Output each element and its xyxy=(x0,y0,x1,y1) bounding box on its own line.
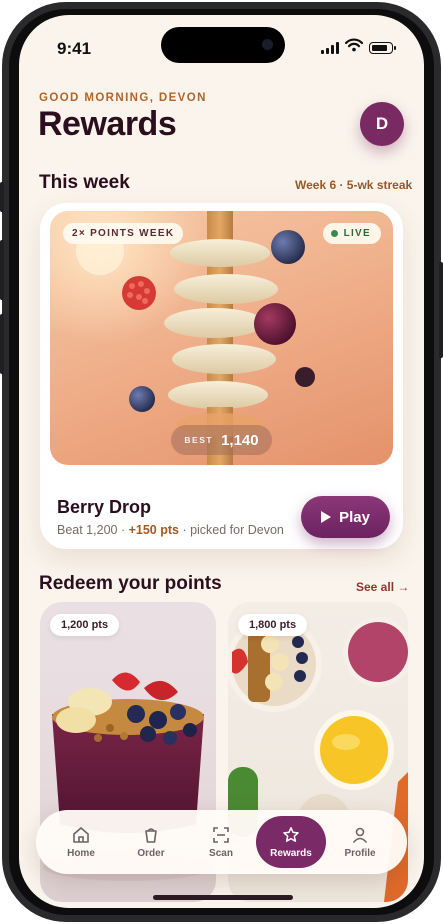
cellular-signal-icon xyxy=(321,41,341,54)
best-score-badge: BEST 1,140 xyxy=(171,425,272,455)
double-points-badge: 2× POINTS WEEK xyxy=(63,223,184,244)
live-label: LIVE xyxy=(343,228,371,239)
dynamic-island xyxy=(161,27,285,63)
reward-points-badge: 1,200 pts xyxy=(50,614,120,636)
best-score-label: BEST xyxy=(184,435,214,445)
play-icon xyxy=(321,511,332,523)
redeem-title: Redeem your points xyxy=(39,573,222,594)
star-icon xyxy=(283,826,299,842)
tab-home[interactable]: Home xyxy=(48,810,114,874)
tab-scan-label: Scan xyxy=(209,847,233,859)
greeting-text: GOOD MORNING, DEVON xyxy=(39,92,207,104)
cup-icon xyxy=(145,827,157,843)
battery-icon xyxy=(369,42,396,54)
featured-game-card[interactable]: 2× POINTS WEEK LIVE BEST 1,140 Berry Dro… xyxy=(40,203,403,549)
home-indicator[interactable] xyxy=(153,895,293,900)
tab-rewards-label: Rewards xyxy=(270,847,312,859)
scan-icon xyxy=(213,826,229,843)
app-screen: 9:41 GOOD MORNING, DEVON Rewards D This … xyxy=(19,15,424,908)
avatar[interactable]: D xyxy=(360,102,404,146)
bonus-points: +150 pts xyxy=(128,523,179,537)
live-badge: LIVE xyxy=(322,223,381,244)
tab-bar: Home Order Scan Rewards Profile xyxy=(36,810,407,874)
tab-profile[interactable]: Profile xyxy=(327,810,393,874)
tab-order-label: Order xyxy=(137,847,165,859)
tab-home-label: Home xyxy=(67,847,95,859)
play-label: Play xyxy=(339,508,370,526)
see-all-link[interactable]: See all → xyxy=(356,580,409,594)
live-dot-icon xyxy=(330,230,338,237)
status-time: 9:41 xyxy=(57,39,92,58)
tab-profile-label: Profile xyxy=(344,847,376,859)
wifi-icon xyxy=(345,38,363,52)
game-name: Berry Drop xyxy=(57,497,152,517)
game-goal: Beat 1,200 · xyxy=(57,523,129,537)
game-subtitle: Beat 1,200 · +150 pts · picked for Devon xyxy=(57,523,284,537)
person-icon xyxy=(352,827,368,843)
page-title: Rewards xyxy=(38,105,177,143)
this-week-title: This week xyxy=(39,172,130,193)
play-button[interactable]: Play xyxy=(301,496,390,538)
tab-order[interactable]: Order xyxy=(118,810,184,874)
tab-rewards[interactable]: Rewards xyxy=(256,816,326,868)
status-bar: 9:41 xyxy=(19,15,424,77)
game-artwork: 2× POINTS WEEK LIVE BEST 1,140 xyxy=(50,211,393,465)
reward-points-badge: 1,800 pts xyxy=(238,614,308,636)
streak-info: Week 6 · 5-wk streak xyxy=(295,178,413,192)
home-icon xyxy=(73,826,89,843)
game-picked-for: · picked for Devon xyxy=(178,523,284,537)
tab-scan[interactable]: Scan xyxy=(188,810,254,874)
best-score-value: 1,140 xyxy=(221,431,259,449)
